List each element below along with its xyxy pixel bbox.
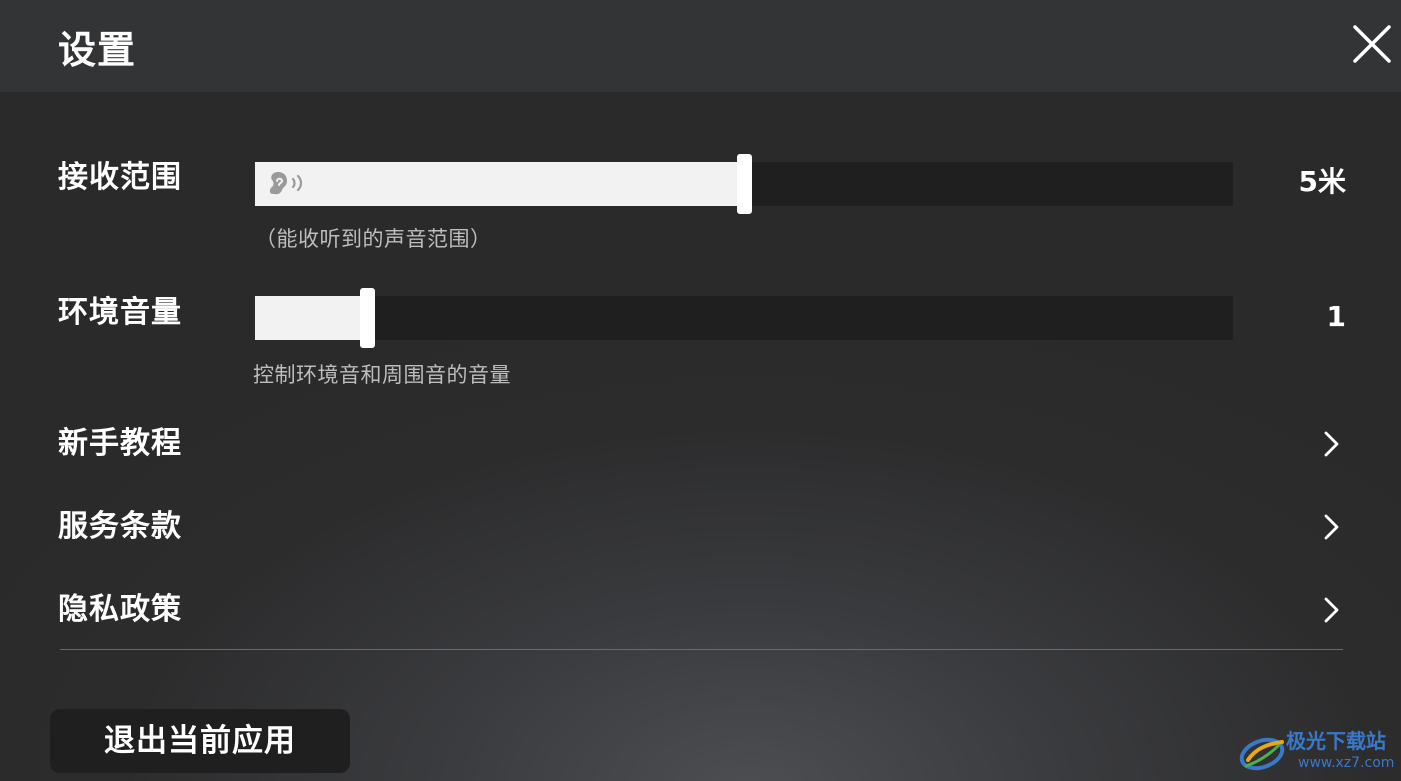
watermark: 极光下载站 www.xz7.com	[1238, 726, 1398, 778]
receive-range-value: 5米	[1298, 165, 1346, 198]
exit-app-button[interactable]: 退出当前应用	[50, 709, 350, 773]
page-title: 设置	[58, 28, 137, 72]
menu-item-terms[interactable]: 服务条款	[58, 499, 1343, 555]
menu-item-tutorial[interactable]: 新手教程	[58, 416, 1343, 472]
ear-icon	[269, 172, 303, 195]
menu-item-label: 服务条款	[58, 509, 182, 544]
divider	[60, 649, 1343, 650]
receive-range-slider-fill	[255, 162, 744, 206]
ambient-volume-slider-fill	[255, 296, 367, 340]
header-bar: 设置	[0, 0, 1401, 92]
ambient-volume-value: 1	[1326, 300, 1346, 333]
chevron-right-icon	[1324, 597, 1339, 623]
close-icon	[1353, 25, 1391, 63]
menu-item-label: 隐私政策	[58, 592, 182, 627]
chevron-right-icon	[1324, 431, 1339, 457]
watermark-logo-icon	[1239, 737, 1285, 771]
receive-range-slider-thumb[interactable]	[737, 154, 752, 214]
menu-item-label: 新手教程	[58, 426, 182, 461]
chevron-right-icon	[1324, 514, 1339, 540]
ambient-volume-label: 环境音量	[58, 295, 182, 330]
watermark-text: 极光下载站	[1286, 729, 1386, 753]
close-button[interactable]	[1348, 20, 1396, 68]
menu-item-privacy[interactable]: 隐私政策	[58, 582, 1343, 638]
ambient-volume-hint: 控制环境音和周围音的音量	[253, 363, 511, 387]
receive-range-hint: （能收听到的声音范围）	[255, 227, 492, 251]
ambient-volume-slider[interactable]	[255, 288, 1233, 348]
receive-range-slider[interactable]	[255, 154, 1233, 214]
ambient-volume-slider-thumb[interactable]	[360, 288, 375, 348]
watermark-url: www.xz7.com	[1298, 755, 1395, 771]
receive-range-label: 接收范围	[58, 160, 182, 195]
